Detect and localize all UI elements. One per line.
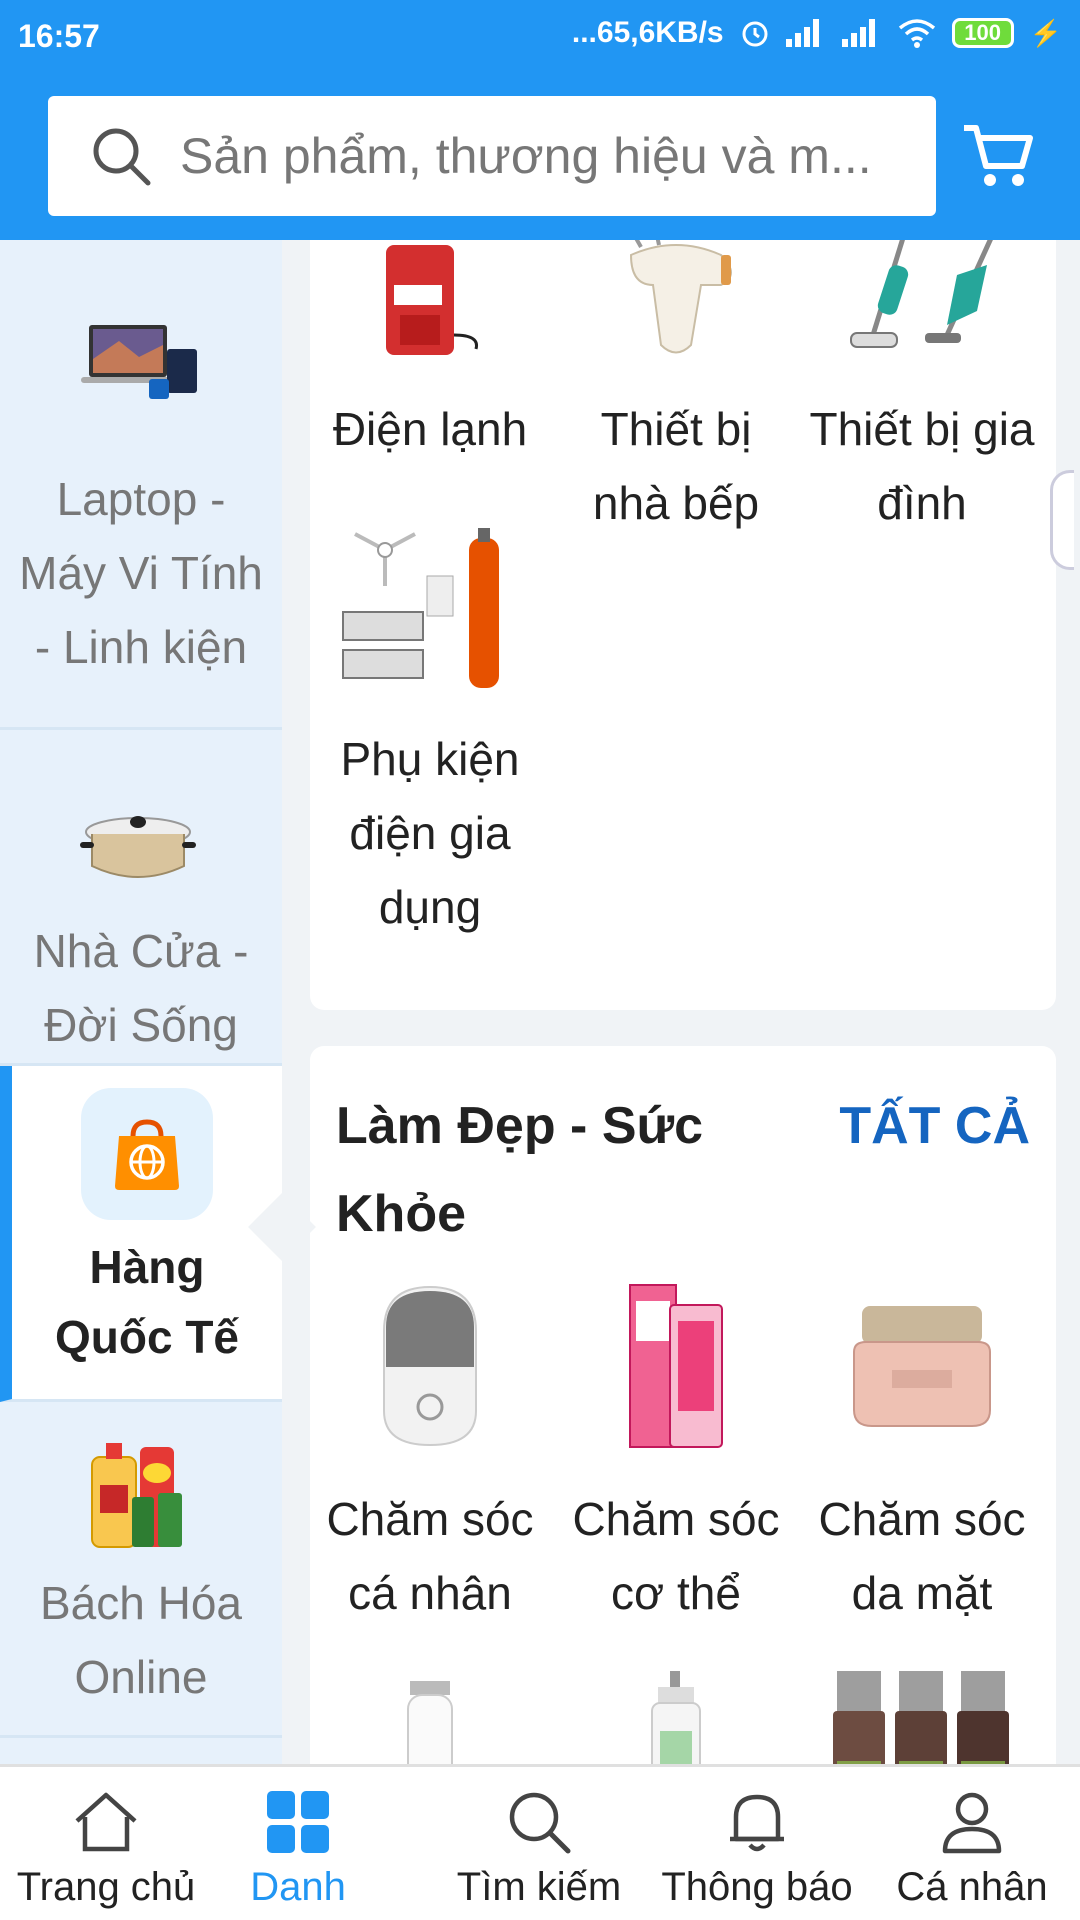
grocery-icon [71, 1422, 211, 1562]
beauty-health-card: Làm Đẹp - Sức Khỏe TẤT CẢ Chăm sóc cá nh… [310, 1046, 1056, 1764]
grid-icon [267, 1791, 329, 1853]
tile-household-appliances[interactable]: Thiết bị gia đình [802, 240, 1042, 540]
sidebar-item-international[interactable]: Hàng Quốc Tế [0, 1066, 282, 1402]
charging-icon: ⚡ [1029, 17, 1062, 48]
nav-label: Thông báo [661, 1865, 853, 1909]
nav-categories[interactable]: Danh [238, 1787, 358, 1910]
tile-personal-care[interactable]: Chăm sóc cá nhân [310, 1276, 550, 1630]
app-header: 16:57 ...65,6KB/s 100 ⚡ Sản phẩm, thương… [0, 0, 1080, 240]
tile-label: Chăm sóc da mặt [818, 1493, 1026, 1619]
tile-label: Chăm sóc cá nhân [326, 1493, 534, 1619]
bell-icon [730, 1794, 784, 1852]
sidebar-item-home-living[interactable]: Nhà Cửa - Đời Sống [0, 730, 282, 1066]
tile-facial-care[interactable]: Chăm sóc da mặt [802, 1276, 1042, 1630]
tile-refrigeration[interactable]: Điện lạnh [310, 240, 550, 466]
tile-essential-oils[interactable] [802, 1656, 1042, 1764]
battery-icon: 100 [951, 18, 1014, 48]
sidebar-item-laptop[interactable]: Laptop - Máy Vi Tính - Linh kiện [0, 240, 282, 730]
nav-profile[interactable]: Cá nhân [896, 1787, 1048, 1910]
face-cream-jar-icon [822, 1276, 1022, 1456]
cookware-icon [71, 782, 211, 902]
tile-kitchen-appliances[interactable]: Thiết bị nhà bếp [556, 240, 796, 540]
nav-home[interactable]: Trang chủ [16, 1787, 196, 1910]
search-placeholder: Sản phẩm, thương hiệu và m... [180, 128, 872, 184]
global-shopping-bag-icon [81, 1088, 213, 1220]
vacuum-cleaner-icon [822, 240, 1022, 380]
signal-icon-2 [841, 19, 882, 47]
status-icons: ...65,6KB/s 100 ⚡ [572, 16, 1062, 50]
search-bar[interactable]: Sản phẩm, thương hiệu và m... [48, 96, 936, 216]
cream-tubes-icon [576, 1276, 776, 1456]
nav-label: Danh [250, 1865, 346, 1909]
category-content: Điện lạnh Thiết bị nhà bếp Thiết bị gia … [282, 240, 1080, 1764]
cart-icon[interactable] [960, 118, 1036, 194]
hand-mixer-icon [576, 240, 776, 380]
signal-icon [785, 19, 826, 47]
section-title: Làm Đẹp - Sức Khỏe [336, 1097, 704, 1243]
essential-oils-icon [822, 1656, 1022, 1764]
tile-body-care[interactable]: Chăm sóc cơ thể [556, 1276, 796, 1630]
tile-label: Chăm sóc cơ thể [572, 1493, 780, 1619]
wifi-icon [898, 19, 935, 48]
lotion-bottle-icon [576, 1656, 776, 1764]
network-speed: ...65,6KB/s [571, 16, 724, 49]
sidebar-item-grocery[interactable]: Bách Hóa Online [0, 1402, 282, 1738]
robot-vacuum-parts-icon [330, 510, 530, 710]
tile-label: Phụ kiện điện gia dụng [340, 733, 520, 933]
appliances-card: Điện lạnh Thiết bị nhà bếp Thiết bị gia … [310, 240, 1056, 1010]
tile-lotion[interactable] [556, 1656, 796, 1764]
mini-fridge-icon [330, 240, 530, 380]
sidebar-item-label: Bách Hóa Online [39, 1577, 242, 1703]
sidebar-item-label: Laptop - Máy Vi Tính - Linh kiện [19, 473, 263, 673]
nav-notifications[interactable]: Thông báo [660, 1787, 854, 1910]
sidebar-item-label: Hàng Quốc Tế [54, 1241, 240, 1363]
nav-label: Tìm kiếm [456, 1865, 622, 1909]
tile-appliance-accessories[interactable]: Phụ kiện điện gia dụng [310, 510, 550, 944]
tile-label: Thiết bị gia đình [809, 403, 1035, 529]
search-icon [93, 128, 151, 186]
hair-clipper-icon [330, 1656, 530, 1764]
nav-search[interactable]: Tìm kiếm [454, 1787, 624, 1910]
search-icon [509, 1792, 571, 1854]
status-time: 16:57 [18, 18, 100, 54]
alarm-icon [742, 21, 768, 47]
nav-label: Cá nhân [896, 1865, 1048, 1909]
tile-hair-clipper[interactable] [310, 1656, 550, 1764]
nav-label: Trang chủ [16, 1865, 196, 1909]
home-icon [75, 1792, 137, 1852]
sidebar-item-label: Nhà Cửa - Đời Sống [33, 925, 249, 1051]
scroll-handle[interactable] [1050, 470, 1074, 570]
face-cleanser-icon [330, 1276, 530, 1456]
tile-label: Điện lạnh [332, 403, 528, 455]
tile-label: Thiết bị nhà bếp [592, 403, 760, 529]
laptop-icon [71, 304, 211, 424]
bottom-navigation: Trang chủ Danh Tìm kiếm Thông báo Cá nhâ… [0, 1764, 1080, 1920]
category-sidebar: Laptop - Máy Vi Tính - Linh kiện Nhà Cửa… [0, 240, 282, 1764]
user-icon [942, 1792, 1002, 1854]
see-all-link[interactable]: TẤT CẢ [839, 1082, 1030, 1170]
status-bar: 16:57 ...65,6KB/s 100 ⚡ [0, 0, 1080, 72]
